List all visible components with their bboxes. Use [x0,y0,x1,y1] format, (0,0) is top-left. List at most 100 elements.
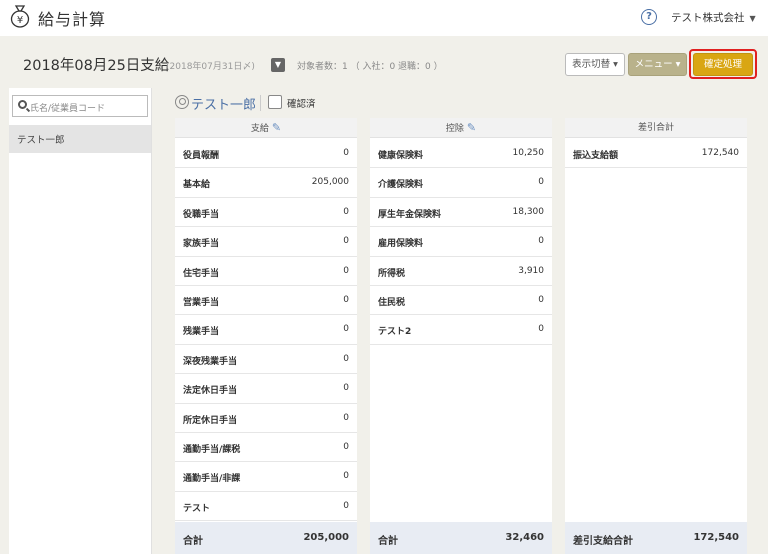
row-value[interactable]: 0 [343,266,349,276]
row-value[interactable]: 0 [343,354,349,364]
search-input[interactable]: 氏名/従業員コード [12,95,148,117]
deductions-title: 控除 [445,124,464,134]
table-row: 基本給 205,000 [175,168,357,198]
svg-text:¥: ¥ [17,15,23,26]
pencil-icon[interactable]: ✎ [272,121,281,134]
table-row: 住民税 0 [370,286,552,316]
table-row: 振込支給額 172,540 [565,139,747,169]
table-row: 通勤手当/課税 0 [175,433,357,463]
employee-list-item[interactable]: テスト一郎 [9,125,151,153]
row-value[interactable]: 0 [343,471,349,481]
total-label: 差引支給合計 [573,536,633,547]
table-row: 深夜残業手当 0 [175,345,357,375]
row-label: テスト [183,503,211,514]
period-dropdown-button[interactable]: ▼ [271,58,285,72]
help-icon[interactable]: ? [641,9,657,25]
row-label: 雇用保険料 [378,239,424,250]
table-row: 雇用保険料 0 [370,227,552,257]
row-label: 振込支給額 [573,151,619,161]
table-row: 所得税 3,910 [370,257,552,286]
table-row: 住宅手当 0 [175,257,357,286]
closing-date-text: (2018年07月31日〆) [166,62,255,72]
row-value[interactable]: 172,540 [702,148,739,158]
row-value[interactable]: 3,910 [518,266,544,276]
row-label: 役職手当 [183,209,220,220]
row-label: 役員報酬 [183,151,220,161]
table-row: 介護保険料 0 [370,168,552,198]
top-bar: ¥ 給与計算 ? テスト株式会社 ▼ [0,0,768,36]
row-label: 通勤手当/課税 [183,445,241,455]
period-title: 2018年08月25日支給 [23,58,170,74]
net-header: 差引合計 [565,118,747,138]
row-value[interactable]: 18,300 [513,207,545,217]
row-value[interactable]: 0 [538,236,544,246]
row-value[interactable]: 205,000 [312,177,349,187]
net-total: 差引支給合計 172,540 [565,522,747,554]
total-value: 32,460 [505,532,544,543]
row-label: 介護保険料 [378,180,424,191]
row-label: 厚生年金保険料 [378,209,442,220]
net-title: 差引合計 [637,123,674,133]
confirm-process-button[interactable]: 確定処理 [693,53,753,76]
table-row: 役員報酬 0 [175,139,357,169]
company-selector[interactable]: テスト株式会社 ▼ [671,10,756,25]
row-value[interactable]: 0 [343,501,349,511]
row-value[interactable]: 0 [343,148,349,158]
row-label: 残業手当 [183,327,220,338]
employee-count: 対象者数：1 （ 入社：0 退職：0 ） [297,62,443,72]
row-label: 住民税 [378,298,406,308]
total-label: 合計 [378,536,398,547]
row-value[interactable]: 0 [343,295,349,305]
table-row: 通勤手当/非課 0 [175,462,357,492]
row-value[interactable]: 0 [343,442,349,452]
money-bag-icon: ¥ [10,5,30,28]
user-icon [175,95,189,109]
table-row: テスト 0 [175,492,357,522]
row-label: 深夜残業手当 [183,356,238,367]
view-toggle-button[interactable]: 表示切替 ▾ [565,53,625,76]
confirmed-label: 確認済 [287,99,316,110]
row-value[interactable]: 0 [538,295,544,305]
row-label: 営業手当 [183,298,220,308]
row-label: 基本給 [183,180,211,191]
row-value[interactable]: 0 [343,413,349,423]
deductions-header: 控除 ✎ [370,118,552,138]
row-label: 家族手当 [183,239,220,250]
table-row: テスト2 0 [370,315,552,345]
row-label: 通勤手当/非課 [183,474,241,485]
row-label: 住宅手当 [183,268,220,279]
employee-sidebar: 氏名/従業員コード テスト一郎 [9,88,152,554]
row-label: 健康保険料 [378,151,424,161]
row-label: 所得税 [378,268,406,279]
table-row: 残業手当 0 [175,315,357,345]
search-placeholder: 氏名/従業員コード [30,104,106,114]
total-value: 205,000 [303,532,349,543]
row-value[interactable]: 0 [343,207,349,217]
table-row: 所定休日手当 0 [175,404,357,433]
row-value[interactable]: 0 [343,324,349,334]
confirmed-checkbox[interactable] [268,95,282,109]
table-row: 法定休日手当 0 [175,374,357,404]
payments-total: 合計 205,000 [175,522,357,554]
payments-header: 支給 ✎ [175,118,357,138]
row-value[interactable]: 0 [343,236,349,246]
payments-column: 支給 ✎ 役員報酬 0 基本給 205,000 役職手当 0 家族手当 0 住宅手当 0 営業手当 0 残… [175,118,357,554]
row-value[interactable]: 0 [343,383,349,393]
table-row: 厚生年金保険料 18,300 [370,198,552,228]
row-value[interactable]: 0 [538,324,544,334]
deductions-column: 控除 ✎ 健康保険料 10,250 介護保険料 0 厚生年金保険料 18,300 雇用保険料 0… [370,118,552,554]
row-label: 所定休日手当 [183,415,238,426]
divider [260,95,261,111]
row-value[interactable]: 10,250 [513,148,545,158]
payments-title: 支給 [250,124,269,134]
app-title: 給与計算 [38,10,107,29]
employee-name[interactable]: テスト一郎 [191,94,256,113]
chevron-down-icon: ▼ [749,14,756,23]
row-value[interactable]: 0 [538,177,544,187]
row-label: テスト2 [378,327,412,338]
menu-button[interactable]: メニュー ▾ [628,53,687,76]
table-row: 役職手当 0 [175,198,357,228]
period-closing-date: (2018年07月31日〆) [166,59,255,72]
pencil-icon[interactable]: ✎ [467,121,476,134]
table-row: 営業手当 0 [175,286,357,316]
